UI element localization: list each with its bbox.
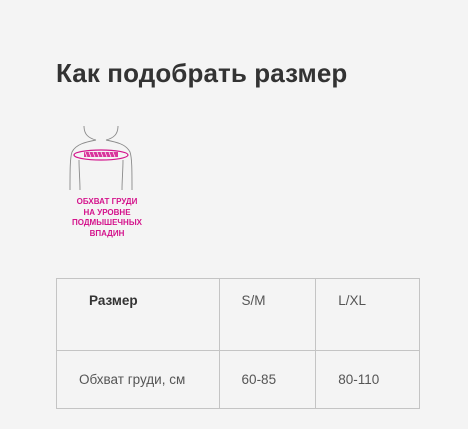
- caption-line: НА УРОВНЕ: [83, 207, 131, 217]
- chest-measure-caption: ОБХВАТ ГРУДИ НА УРОВНЕ ПОДМЫШЕЧНЫХ ВПАДИ…: [52, 197, 162, 239]
- page-title: Как подобрать размер: [56, 58, 348, 88]
- table-header-row: Размер S/M L/XL: [56, 278, 420, 351]
- caption-line: ОБХВАТ ГРУДИ: [76, 197, 138, 206]
- header-size-lxl: L/XL: [315, 278, 420, 351]
- size-table: Размер S/M L/XL Обхват груди, см 60-85 8…: [56, 278, 420, 409]
- header-size-sm: S/M: [218, 278, 317, 351]
- chest-measure-figure: [62, 122, 152, 197]
- header-size-label: Размер: [56, 278, 220, 351]
- table-row: Обхват груди, см 60-85 80-110: [56, 350, 420, 409]
- caption-line: ВПАДИН: [89, 228, 125, 238]
- row-chest-sm: 60-85: [218, 350, 317, 409]
- chest-measure-icon: [69, 125, 133, 191]
- row-chest-label: Обхват груди, см: [56, 350, 220, 409]
- caption-line: ПОДМЫШЕЧНЫХ: [71, 218, 142, 227]
- row-chest-lxl: 80-110: [315, 350, 420, 409]
